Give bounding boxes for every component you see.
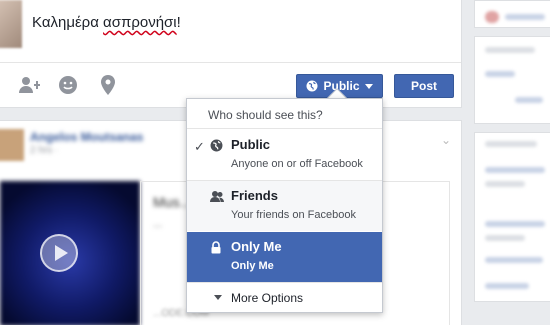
triangle-down-icon bbox=[214, 295, 222, 300]
sidebar-pages-box bbox=[474, 36, 550, 124]
privacy-menu-header: Who should see this? bbox=[187, 99, 382, 129]
story-options-chevron-icon[interactable]: ⌄ bbox=[441, 133, 451, 147]
sidebar-heading bbox=[485, 141, 537, 147]
globe-icon bbox=[210, 139, 223, 152]
globe-icon bbox=[306, 80, 318, 92]
sidebar-line bbox=[485, 235, 525, 241]
chevron-down-icon bbox=[364, 83, 373, 89]
sidebar-line[interactable] bbox=[515, 97, 543, 103]
privacy-option-title: Only Me bbox=[231, 239, 282, 254]
sidebar-line[interactable] bbox=[485, 71, 515, 77]
link-card-description: ... bbox=[153, 218, 163, 230]
story-timestamp: 2 hrs · bbox=[30, 145, 59, 156]
privacy-selector-label: Public bbox=[323, 79, 360, 93]
misspelled-word: ασπρονήσι bbox=[103, 14, 177, 31]
composer-textarea[interactable]: Καλημέρα ασπρονήσι! bbox=[32, 14, 181, 31]
checkmark-icon: ✓ bbox=[194, 139, 205, 154]
composer-text-part: ! bbox=[176, 14, 181, 31]
privacy-option-subtitle: Only Me bbox=[231, 260, 274, 272]
story-author-avatar[interactable] bbox=[0, 129, 24, 161]
sidebar-heading bbox=[485, 47, 535, 53]
friends-icon bbox=[210, 190, 224, 203]
status-composer: Καλημέρα ασπρονήσι! Public Post bbox=[0, 0, 462, 108]
sidebar-avatar bbox=[485, 11, 499, 23]
privacy-dropdown-menu: Who should see this? ✓ Public Anyone on … bbox=[186, 98, 383, 313]
lock-icon bbox=[210, 241, 223, 254]
sidebar-line[interactable] bbox=[485, 221, 545, 227]
right-sidebar bbox=[474, 0, 550, 325]
sidebar-profile-box[interactable] bbox=[474, 0, 550, 28]
more-options-label: More Options bbox=[231, 291, 304, 305]
privacy-option-subtitle: Your friends on Facebook bbox=[231, 209, 356, 221]
check-in-location-icon[interactable] bbox=[100, 75, 122, 95]
sidebar-recent-box bbox=[474, 132, 550, 302]
privacy-option-subtitle: Anyone on or off Facebook bbox=[231, 158, 363, 170]
sidebar-line[interactable] bbox=[485, 283, 529, 289]
feeling-emoji-icon[interactable] bbox=[58, 75, 80, 95]
more-options-item[interactable]: More Options bbox=[187, 283, 382, 313]
story-author-name[interactable]: Angelos Moutsanas bbox=[30, 130, 143, 144]
privacy-option-title: Public bbox=[231, 137, 271, 152]
sidebar-line bbox=[485, 181, 525, 187]
tag-friends-icon[interactable] bbox=[18, 75, 40, 95]
sidebar-line[interactable] bbox=[485, 167, 545, 173]
composer-text-part: Καλημέρα bbox=[32, 14, 104, 31]
privacy-option-friends[interactable]: Friends Your friends on Facebook bbox=[187, 181, 382, 231]
privacy-option-only-me[interactable]: Only Me Only Me bbox=[187, 232, 382, 282]
sidebar-profile-line bbox=[505, 14, 545, 20]
privacy-option-title: Friends bbox=[231, 188, 278, 203]
privacy-option-public[interactable]: ✓ Public Anyone on or off Facebook bbox=[187, 130, 382, 180]
sidebar-line[interactable] bbox=[485, 257, 543, 263]
composer-avatar bbox=[0, 0, 22, 48]
post-button[interactable]: Post bbox=[394, 74, 454, 98]
play-icon[interactable] bbox=[40, 234, 78, 272]
